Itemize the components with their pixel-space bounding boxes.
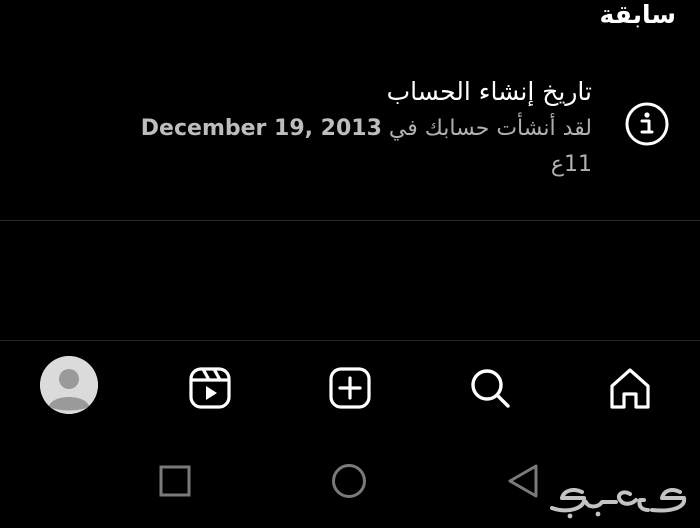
system-home-button[interactable] (326, 458, 372, 504)
section-header: سابقة (599, 0, 676, 29)
circle-icon (332, 464, 366, 498)
reels-button[interactable] (182, 360, 238, 416)
square-icon (159, 465, 191, 497)
bottom-nav-divider (0, 340, 700, 341)
info-icon (623, 100, 671, 148)
plus-square-icon (329, 367, 371, 409)
triangle-back-icon (508, 464, 538, 498)
watermark-logo (540, 478, 690, 522)
account-created-description: لقد أنشأت حسابك في December 19, 2013 (141, 114, 592, 144)
home-button[interactable] (602, 360, 658, 416)
profile-avatar[interactable] (40, 356, 98, 414)
account-created-title: تاريخ إنشاء الحساب (386, 77, 592, 106)
search-icon (471, 369, 510, 408)
created-date: December 19, 2013 (140, 116, 382, 141)
description-prefix: لقد أنشأت حسابك في (388, 116, 592, 141)
divider (0, 220, 700, 221)
home-icon (610, 368, 650, 409)
search-button[interactable] (462, 360, 518, 416)
account-age: 11ع (550, 152, 592, 177)
recents-button[interactable] (152, 458, 198, 504)
create-button[interactable] (322, 360, 378, 416)
reels-icon (189, 367, 231, 409)
